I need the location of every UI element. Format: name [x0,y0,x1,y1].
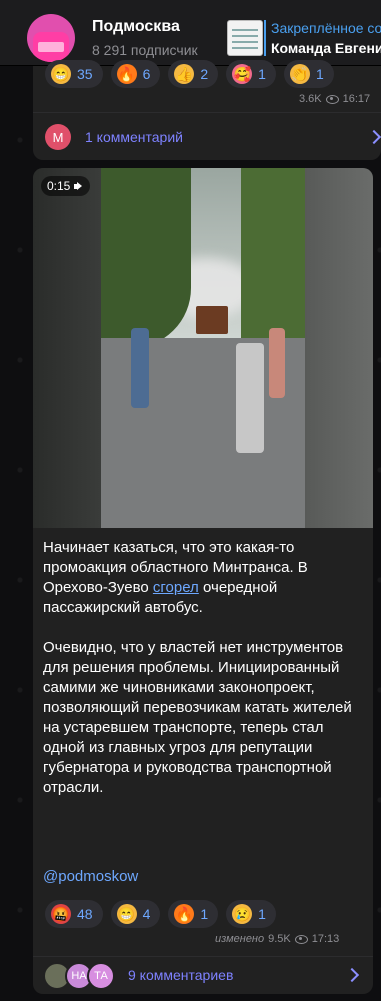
channel-signature-link[interactable]: @podmoskow [43,868,138,885]
channel-avatar[interactable] [27,14,75,62]
reaction-count: 1 [258,906,266,922]
reaction-emoji-icon: 🔥 [174,904,195,924]
reaction-emoji-icon: 🔥 [116,64,137,84]
reaction-count: 2 [200,66,209,82]
post-text: Начинает казаться, что это какая-то пром… [43,538,367,818]
message-meta: изменено 9.5K 17:13 [215,933,339,945]
reactions-row: 🤬 48 😁 4 🔥 1 😢 1 [45,900,276,928]
reaction-button[interactable]: 🤬 48 [45,900,103,928]
pinned-message-thumbnail[interactable] [227,20,263,56]
reaction-emoji-icon: 😁 [116,904,137,924]
reaction-count: 1 [200,906,209,922]
comments-label: 1 комментарий [85,129,183,145]
channel-name: Подмосква [92,18,180,35]
reaction-emoji-icon: 😁 [51,64,71,84]
reaction-button[interactable]: 🔥 6 [110,60,161,88]
chevron-right-icon [344,967,360,983]
news-link[interactable]: сгорел [153,579,199,596]
burning-bus [196,306,228,334]
edited-label: изменено [215,933,265,945]
reaction-count: 35 [77,66,93,82]
video-blur-right [305,168,373,528]
video-player[interactable]: 0:15 [33,168,373,528]
pinned-indicator [264,20,266,56]
video-frame[interactable] [101,168,305,528]
view-count: 3.6K [299,93,322,105]
reaction-emoji-icon: 🤬 [51,904,71,924]
video-blur-left [33,168,101,528]
subscriber-count: 8 291 подписчик [92,42,198,58]
post-paragraph-2: Очевидно, что у властей нет инструментов… [43,639,352,796]
muted-speaker-icon[interactable] [74,181,84,191]
post-paragraph-1: Начинает казаться, что это какая-то пром… [43,539,308,616]
chevron-right-icon [366,129,381,145]
reaction-count: 1 [315,66,324,82]
pinned-message-title[interactable]: Закреплённое со [271,20,381,36]
reactions-row: 😁 35 🔥 6 👍 2 🥰 1 👏 1 [45,60,334,88]
message-meta: 3.6K 16:17 [299,93,370,105]
reaction-emoji-icon: 🥰 [232,64,253,84]
pinned-message-text[interactable]: Команда Евгени [271,40,381,56]
video-duration-badge: 0:15 [41,176,91,196]
comments-button[interactable]: НА ТА 9 комментариев [33,956,373,994]
comments-label: 9 комментариев [128,967,234,983]
reaction-count: 48 [77,906,93,922]
message-time: 16:17 [342,93,371,105]
reaction-button[interactable]: 🥰 1 [226,60,276,88]
reaction-emoji-icon: 😢 [232,904,253,924]
reaction-count: 1 [258,66,266,82]
reaction-button[interactable]: 👏 1 [283,60,334,88]
eye-icon [294,934,308,944]
commenter-avatar: М [45,124,71,150]
reaction-emoji-icon: 👏 [289,64,310,84]
previous-message: 😁 35 🔥 6 👍 2 🥰 1 👏 1 3.6K 16:17 [33,60,381,112]
reaction-button[interactable]: 👍 2 [168,60,219,88]
message-time: 17:13 [311,933,340,945]
reaction-emoji-icon: 👍 [174,64,195,84]
reaction-button[interactable]: 🔥 1 [168,900,219,928]
eye-icon [325,94,339,104]
video-duration: 0:15 [47,179,71,193]
comments-button[interactable]: М 1 комментарий [33,112,381,160]
reaction-count: 6 [142,66,151,82]
commenter-avatar: ТА [87,962,115,990]
reaction-count: 4 [142,906,151,922]
reaction-button[interactable]: 😢 1 [226,900,276,928]
reaction-button[interactable]: 😁 4 [110,900,161,928]
reaction-button[interactable]: 😁 35 [45,60,103,88]
channel-post: 0:15 Начинает казаться, что это какая-то… [33,168,373,956]
view-count: 9.5K [268,933,291,945]
channel-header[interactable]: Подмосква 8 291 подписчик Закреплённое с… [0,0,381,66]
